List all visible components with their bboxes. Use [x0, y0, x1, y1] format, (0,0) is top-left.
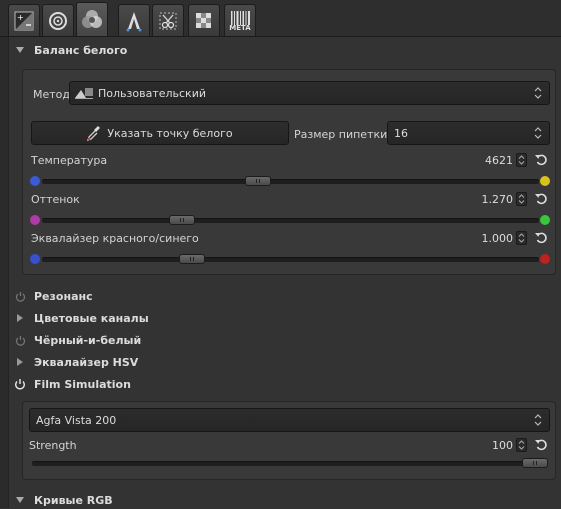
slider-value: 1.270 [481, 193, 514, 206]
slider-reset-button[interactable] [534, 153, 548, 167]
expand-arrow-icon [14, 312, 26, 324]
film-value: Agfa Vista 200 [36, 413, 117, 427]
slider-label: Эквалайзер красного/синего [31, 232, 199, 245]
custom-method-icon [75, 88, 93, 99]
section-hsv-equalizer[interactable]: Эквалайзер HSV [14, 353, 138, 371]
section-channel-mixer[interactable]: Цветовые каналы [14, 309, 149, 327]
transform-icon [159, 12, 177, 29]
slider-track[interactable] [42, 218, 539, 223]
reset-icon [535, 439, 547, 451]
tab-metadata[interactable]: META [224, 4, 256, 36]
pipette-size-label: Размер пипетки: [294, 128, 391, 141]
slider-right-color-dot [540, 176, 550, 186]
select-arrows-icon [534, 414, 542, 426]
pipette-size-select[interactable]: 16 [387, 121, 550, 145]
white-balance-panel: Метод Пользовательский Указать точку бел… [22, 69, 556, 275]
select-arrows-icon [534, 127, 542, 139]
tool-tab-bar: + META [0, 0, 561, 37]
tab-bar-divider [0, 36, 561, 37]
power-off-icon[interactable] [14, 290, 26, 302]
spinner-arrows-icon [518, 440, 525, 450]
slider-right-color-dot [540, 215, 550, 225]
panel-left-edge [0, 37, 9, 508]
method-label: Метод [33, 88, 71, 101]
slider-track[interactable] [42, 179, 539, 184]
white-balance-header[interactable]: Баланс белого [14, 41, 127, 59]
power-off-icon[interactable] [14, 334, 26, 346]
slider-value: 4621 [485, 154, 513, 167]
section-title: Цветовые каналы [34, 311, 149, 325]
pipette-icon [87, 126, 101, 141]
section-title: Эквалайзер HSV [34, 355, 139, 369]
slider-spinner[interactable] [516, 231, 527, 245]
spinner-arrows-icon [518, 194, 525, 204]
tab-color[interactable] [76, 2, 108, 37]
rgb-curves-title: Кривые RGB [34, 493, 113, 507]
slider-reset-button[interactable] [534, 192, 548, 206]
slider-track[interactable] [42, 257, 539, 262]
slider-label: Температура [31, 154, 108, 167]
detail-icon [49, 11, 67, 30]
collapse-arrow-icon [14, 44, 26, 56]
film-simulation-title: Film Simulation [34, 377, 131, 391]
collapse-arrow-icon [14, 494, 26, 506]
section-vibrance[interactable]: Резонанс [14, 287, 93, 305]
expand-arrow-icon [14, 356, 26, 368]
slider-spinner[interactable] [516, 153, 527, 167]
tab-exposure[interactable]: + [8, 4, 40, 36]
section-title: Чёрный-и-белый [34, 333, 142, 347]
pipette-size-value: 16 [394, 126, 408, 140]
rgb-curves-header[interactable]: Кривые RGB [14, 491, 113, 509]
film-select[interactable]: Agfa Vista 200 [29, 408, 550, 432]
strength-spinner[interactable] [516, 438, 527, 452]
reset-icon [535, 232, 547, 244]
strength-slider-thumb[interactable] [522, 458, 548, 468]
pick-white-point-label: Указать точку белого [107, 126, 233, 140]
strength-slider-track[interactable] [32, 461, 548, 466]
slider-left-color-dot [30, 254, 40, 264]
reset-icon [535, 154, 547, 166]
spinner-arrows-icon [518, 233, 525, 243]
metadata-tab-label: META [229, 24, 251, 32]
tab-transform[interactable] [152, 4, 184, 36]
method-select[interactable]: Пользовательский [69, 81, 550, 105]
film-simulation-header[interactable]: Film Simulation [14, 375, 131, 393]
tab-raw[interactable] [188, 4, 220, 36]
slider-left-color-dot [30, 215, 40, 225]
svg-text:+: + [17, 13, 24, 22]
raw-icon [196, 12, 211, 28]
film-simulation-panel: Agfa Vista 200 Strength 100 [22, 401, 556, 480]
section-black-white[interactable]: Чёрный-и-белый [14, 331, 141, 349]
exposure-icon: + [14, 11, 34, 30]
slider-right-color-dot [540, 254, 550, 264]
strength-reset-button[interactable] [534, 438, 548, 452]
spinner-arrows-icon [518, 155, 525, 165]
slider-reset-button[interactable] [534, 231, 548, 245]
slider-left-color-dot [30, 176, 40, 186]
color-icon [82, 10, 102, 28]
slider-thumb[interactable] [178, 254, 205, 264]
slider-spinner[interactable] [516, 192, 527, 206]
slider-thumb[interactable] [244, 176, 271, 186]
slider-thumb[interactable] [169, 215, 196, 225]
strength-value: 100 [492, 439, 513, 452]
advanced-icon [126, 11, 142, 31]
white-balance-title: Баланс белого [34, 43, 128, 57]
slider-value: 1.000 [481, 232, 514, 245]
power-on-icon[interactable] [14, 378, 26, 390]
select-arrows-icon [534, 87, 542, 99]
slider-label: Оттенок [31, 193, 80, 206]
method-value: Пользовательский [98, 86, 206, 100]
tab-advanced[interactable] [118, 4, 150, 36]
pick-white-point-button[interactable]: Указать точку белого [31, 121, 289, 145]
reset-icon [535, 193, 547, 205]
strength-label: Strength [29, 439, 77, 452]
section-title: Резонанс [34, 289, 93, 303]
tab-detail[interactable] [42, 4, 74, 36]
